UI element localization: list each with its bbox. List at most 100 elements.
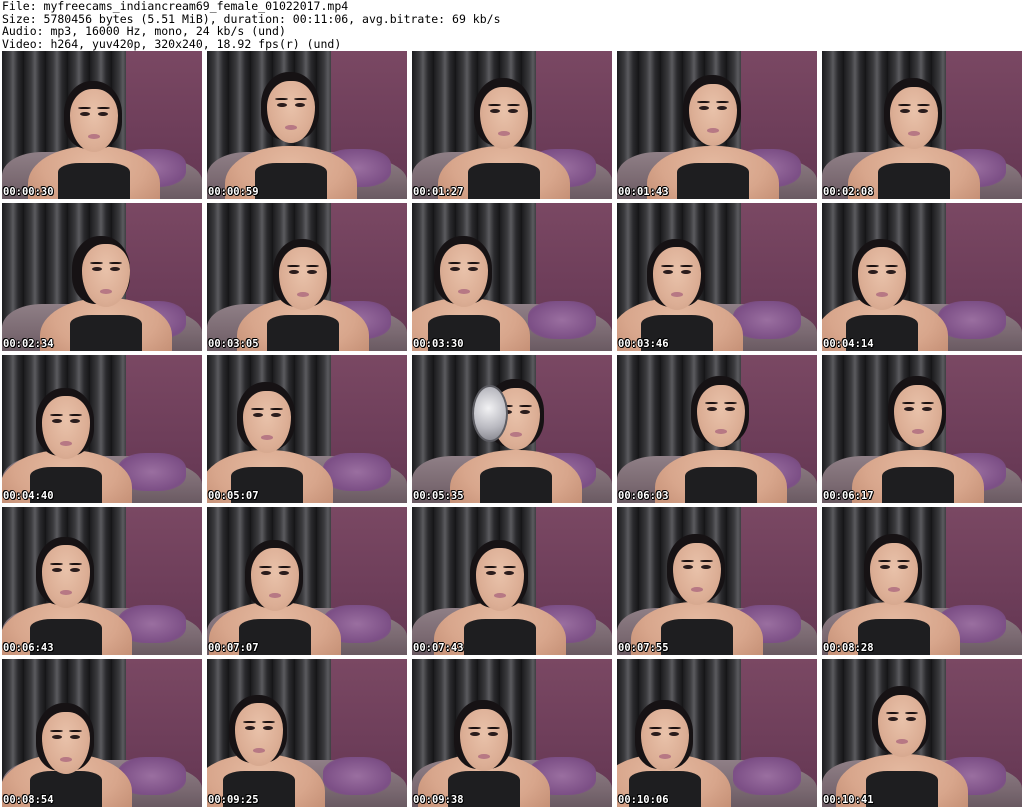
- thumbnail-brow-left: [898, 103, 911, 107]
- thumbnail-brow-right: [507, 103, 520, 107]
- file-info-header: File: myfreecams_indiancream69_female_01…: [2, 0, 1022, 50]
- thumbnail-eye-right: [262, 725, 274, 731]
- video-thumbnail: 00:01:27: [412, 51, 612, 199]
- thumbnail-eye-right: [278, 570, 290, 576]
- thumbnail-eye-right: [306, 269, 318, 275]
- thumbnail-timestamp: 00:04:40: [3, 490, 54, 502]
- thumbnail-eye-left: [51, 567, 63, 573]
- thumbnail-brow-left: [251, 407, 264, 411]
- thumbnail-person-top: [677, 163, 749, 199]
- thumbnail-eye-right: [724, 406, 736, 412]
- thumbnail-eye-left: [867, 269, 879, 275]
- thumbnail-eye-right: [519, 409, 531, 415]
- thumbnail-lips: [714, 429, 728, 435]
- thumbnail-lips: [497, 131, 511, 137]
- thumbnail-eye-left: [276, 102, 288, 108]
- thumbnail-eye-right: [716, 105, 728, 111]
- thumbnail-lips: [252, 748, 266, 754]
- video-thumbnail: 00:10:41: [822, 659, 1022, 807]
- thumbnail-brow-right: [467, 261, 480, 265]
- video-thumbnail: 00:10:06: [617, 659, 817, 807]
- video-thumbnail: 00:08:54: [2, 659, 202, 807]
- thumbnail-timestamp: 00:00:30: [3, 186, 54, 198]
- thumbnail-timestamp: 00:06:03: [618, 490, 669, 502]
- thumbnail-lips: [296, 292, 310, 298]
- thumbnail-brow-left: [902, 401, 915, 405]
- thumbnail-brow-right: [897, 559, 910, 563]
- thumbnail-person-top: [468, 163, 540, 199]
- thumbnail-lips: [59, 590, 73, 596]
- thumbnail-brow-right: [262, 720, 275, 724]
- thumbnail-brow-right: [885, 264, 898, 268]
- thumbnail-lips: [87, 134, 101, 140]
- thumbnail-lips: [284, 125, 298, 131]
- video-thumbnail: 00:04:40: [2, 355, 202, 503]
- thumbnail-lips: [887, 587, 901, 593]
- video-thumbnail: 00:07:43: [412, 507, 612, 655]
- video-thumbnail: 00:07:55: [617, 507, 817, 655]
- thumbnail-brow-left: [287, 264, 300, 268]
- thumbnail-eye-right: [897, 564, 909, 570]
- video-thumbnail: 00:04:14: [822, 203, 1022, 351]
- thumbnail-lips: [59, 441, 73, 447]
- thumbnail-timestamp: 00:03:05: [208, 338, 259, 350]
- video-thumbnail: 00:09:38: [412, 659, 612, 807]
- video-thumbnail: 00:00:30: [2, 51, 202, 199]
- thumbnail-lips: [260, 435, 274, 441]
- thumbnail-eye-right: [885, 269, 897, 275]
- thumbnail-lips: [457, 289, 471, 295]
- thumbnail-lips: [493, 593, 507, 599]
- video-thumbnail: 00:05:35: [412, 355, 612, 503]
- thumbnail-brow-left: [50, 562, 63, 566]
- thumbnail-brow-right: [921, 401, 934, 405]
- thumbnail-brow-left: [866, 264, 879, 268]
- thumbnail-cushion: [733, 300, 801, 340]
- thumbnail-brow-right: [97, 106, 110, 110]
- thumbnail-eye-right: [69, 418, 81, 424]
- thumbnail-eye-left: [469, 731, 481, 737]
- thumbnail-brow-left: [488, 103, 501, 107]
- thumbnail-brow-right: [905, 711, 918, 715]
- thumbnail-person-top: [866, 771, 938, 807]
- thumbnail-brow-right: [503, 565, 516, 569]
- thumbnail-brow-right: [109, 261, 122, 265]
- thumbnail-brow-right: [700, 559, 713, 563]
- thumbnail-brow-right: [680, 264, 693, 268]
- thumbnail-person-top: [464, 619, 536, 655]
- thumbnail-brow-left: [90, 261, 103, 265]
- thumbnail-eye-right: [507, 108, 519, 114]
- thumbnail-eye-left: [650, 731, 662, 737]
- video-thumbnail: 00:06:03: [617, 355, 817, 503]
- thumbnail-brow-left: [448, 261, 461, 265]
- thumbnail-timestamp: 00:06:43: [3, 642, 54, 654]
- thumbnail-eye-left: [899, 108, 911, 114]
- thumbnail-eye-right: [69, 567, 81, 573]
- thumbnail-lips: [907, 131, 921, 137]
- thumbnail-timestamp: 00:08:28: [823, 642, 874, 654]
- video-thumbnail: 00:08:28: [822, 507, 1022, 655]
- thumbnail-timestamp: 00:02:34: [3, 338, 54, 350]
- thumbnail-timestamp: 00:09:38: [413, 794, 464, 806]
- thumbnail-lips: [268, 593, 282, 599]
- thumbnail-eye-right: [487, 731, 499, 737]
- thumbnail-eye-left: [698, 105, 710, 111]
- thumbnail-brow-left: [681, 559, 694, 563]
- thumbnail-brow-left: [243, 720, 256, 724]
- thumbnail-brow-left: [78, 106, 91, 110]
- thumbnail-lips: [670, 292, 684, 298]
- thumbnail-person-top: [882, 467, 954, 503]
- thumbnail-brow-left: [468, 726, 481, 730]
- thumbnail-eye-left: [260, 570, 272, 576]
- thumbnail-eye-left: [288, 269, 300, 275]
- thumbnail-cushion: [323, 756, 391, 796]
- video-thumbnail: 00:00:59: [207, 51, 407, 199]
- thumbnail-eye-left: [51, 418, 63, 424]
- thumbnail-brow-right: [294, 97, 307, 101]
- thumbnail-lips: [690, 587, 704, 593]
- thumbnail-brow-right: [487, 726, 500, 730]
- thumbnail-brow-right: [917, 103, 930, 107]
- thumbnail-brow-right: [668, 726, 681, 730]
- thumbnail-brow-left: [50, 729, 63, 733]
- compact-mirror: [472, 384, 508, 442]
- thumbnail-eye-left: [79, 111, 91, 117]
